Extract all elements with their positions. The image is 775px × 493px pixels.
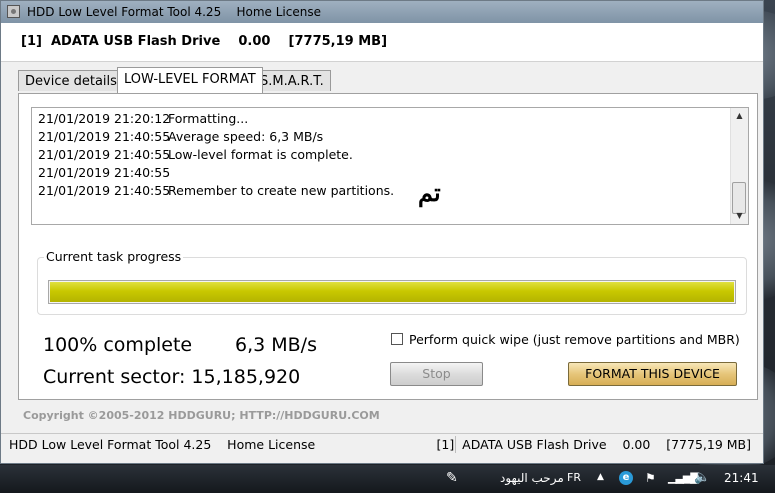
progress-label: Current task progress (44, 249, 184, 264)
license-label: Home License (236, 5, 321, 19)
tab-device-details[interactable]: Device details (18, 70, 124, 91)
taskbar: ✎ مرحب اليهود FR ▲ e ⚑ ▁▃▅▇ 🔈 21:41 (0, 465, 775, 493)
clock[interactable]: 21:41 (724, 471, 759, 485)
transfer-speed: 6,3 MB/s (235, 334, 317, 356)
log-entry: 21/01/2019 21:40:55Average speed: 6,3 MB… (38, 128, 323, 146)
overlay-annotation: تم (418, 178, 441, 207)
format-device-button[interactable]: FORMAT THIS DEVICE (568, 362, 737, 386)
log-message: Low-level format is complete. (168, 147, 353, 162)
copyright-text: Copyright ©2005-2012 HDDGURU; HTTP://HDD… (23, 409, 380, 422)
title-bar[interactable]: HDD Low Level Format Tool 4.25 Home Lice… (1, 1, 763, 23)
quick-wipe-checkbox[interactable]: Perform quick wipe (just remove partitio… (391, 332, 740, 347)
log-message: Remember to create new partitions. (168, 183, 395, 198)
ie-icon[interactable]: e (619, 471, 633, 485)
progress-bar (48, 280, 736, 304)
stop-button[interactable]: Stop (390, 362, 483, 386)
status-device: [1] ADATA USB Flash Drive 0.00 [7775,19 … (436, 437, 751, 452)
log-time: 21/01/2019 21:40:55 (38, 147, 171, 162)
log-time: 21/01/2019 21:20:12 (38, 111, 171, 126)
tab-low-level-format[interactable]: LOW-LEVEL FORMAT (117, 67, 263, 93)
quick-wipe-label: Perform quick wipe (just remove partitio… (409, 332, 740, 347)
status-bar: HDD Low Level Format Tool 4.25 Home Lice… (1, 433, 763, 455)
app-icon[interactable] (7, 5, 20, 18)
log-entry: 21/01/2019 21:40:55Low-level format is c… (38, 146, 353, 164)
progress-bar-fill (50, 282, 734, 302)
notepad-icon[interactable]: ✎ (446, 470, 462, 486)
log-message: Formatting... (168, 111, 249, 126)
scroll-down-icon[interactable]: ▼ (731, 208, 748, 224)
flag-icon[interactable]: ⚑ (645, 471, 656, 485)
device-header: [1] ADATA USB Flash Drive 0.00 [7775,19 … (1, 23, 763, 62)
show-hidden-icons[interactable]: ▲ (597, 472, 604, 482)
app-title: HDD Low Level Format Tool 4.25 (27, 5, 222, 19)
log-entry: 21/01/2019 21:20:12Formatting... (38, 110, 248, 128)
volume-icon[interactable]: 🔈 (694, 470, 710, 485)
status-app: HDD Low Level Format Tool 4.25 Home Lice… (9, 437, 316, 452)
low-level-format-panel: 21/01/2019 21:20:12Formatting... 21/01/2… (18, 93, 758, 400)
log-list[interactable]: 21/01/2019 21:20:12Formatting... 21/01/2… (31, 107, 749, 225)
log-time: 21/01/2019 21:40:55 (38, 183, 171, 198)
checkbox-box[interactable] (391, 333, 403, 345)
log-scrollbar[interactable]: ▲ ▼ (730, 108, 748, 224)
log-message: Average speed: 6,3 MB/s (168, 129, 324, 144)
log-entry: 21/01/2019 21:40:55 (38, 164, 171, 182)
device-info: [1] ADATA USB Flash Drive 0.00 [7775,19 … (21, 34, 388, 49)
percent-complete: 100% complete (43, 334, 193, 356)
log-entry: 21/01/2019 21:40:55Remember to create ne… (38, 182, 394, 200)
current-sector: Current sector: 15,185,920 (43, 366, 301, 388)
log-time: 21/01/2019 21:40:55 (38, 129, 171, 144)
progress-group: Current task progress (37, 249, 747, 315)
tab-smart[interactable]: S.M.A.R.T. (253, 70, 331, 91)
log-time: 21/01/2019 21:40:55 (38, 165, 171, 180)
input-language-arabic[interactable]: مرحب اليهود (500, 471, 564, 485)
scroll-up-icon[interactable]: ▲ (731, 108, 748, 124)
input-language[interactable]: FR (567, 471, 581, 484)
app-window: HDD Low Level Format Tool 4.25 Home Lice… (0, 0, 764, 464)
window-title: HDD Low Level Format Tool 4.25 Home Lice… (27, 1, 321, 23)
